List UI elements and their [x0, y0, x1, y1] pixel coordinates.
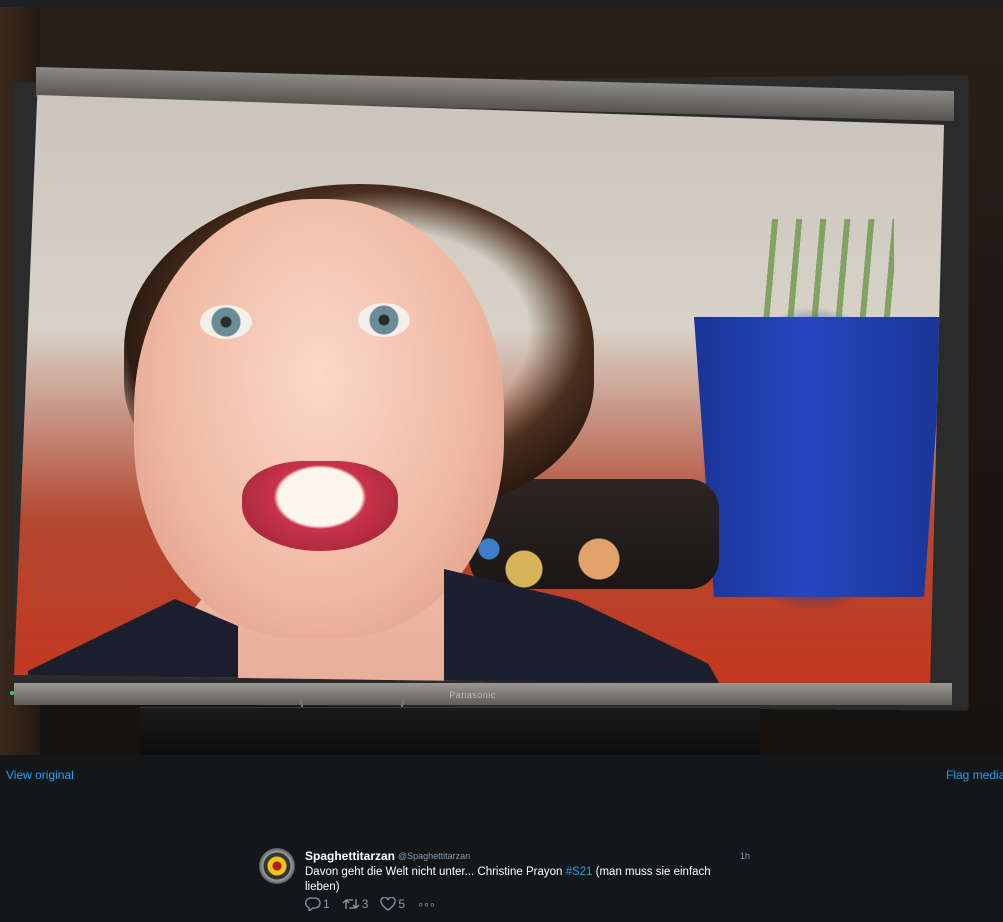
plant: [754, 219, 894, 319]
retweet-icon: [342, 899, 360, 909]
reply-button[interactable]: 1: [305, 897, 330, 911]
retweet-count: 3: [361, 897, 369, 911]
tv-screen: [14, 94, 944, 687]
blue-pot: [694, 317, 944, 597]
wine-bottles: [469, 479, 719, 589]
hashtag-link[interactable]: #S21: [566, 866, 593, 878]
mouth: [242, 461, 398, 551]
tweet-photo[interactable]: Panasonic: [0, 7, 1003, 755]
more-button[interactable]: ∘∘∘: [417, 898, 436, 911]
tv-stand: [140, 707, 760, 755]
author-name[interactable]: Spaghettitarzan: [305, 849, 395, 863]
retweet-button[interactable]: 3: [342, 897, 369, 911]
tweet-actions: 1 3 5 ∘∘∘: [305, 897, 447, 911]
right-eye: [358, 303, 410, 337]
reply-count: 1: [323, 897, 330, 911]
reply-icon: [305, 897, 321, 911]
more-icon: ∘∘∘: [417, 898, 436, 911]
flag-media-link[interactable]: Flag media: [946, 768, 1003, 782]
tweet-text: Davon geht die Welt nicht unter... Chris…: [305, 865, 735, 895]
view-original-link[interactable]: View original: [6, 768, 74, 782]
like-button[interactable]: 5: [380, 897, 405, 911]
top-bar: [0, 0, 1003, 7]
author-handle[interactable]: @Spaghettitarzan: [398, 851, 470, 861]
avatar[interactable]: [259, 848, 295, 884]
tv-brand-label: Panasonic: [449, 690, 496, 700]
tweet-timestamp[interactable]: 1h: [740, 851, 750, 861]
power-led: [10, 691, 14, 695]
like-count: 5: [398, 897, 406, 911]
tweet-text-before: Davon geht die Welt nicht unter... Chris…: [305, 866, 566, 878]
left-eye: [200, 305, 252, 339]
heart-icon: [380, 897, 397, 911]
